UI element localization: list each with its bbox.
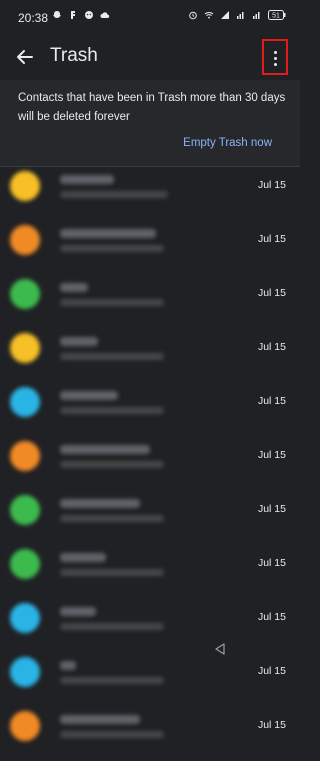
contact-detail-blurred bbox=[60, 677, 164, 684]
contact-row[interactable]: Jul 15 bbox=[0, 329, 300, 383]
contact-name-blurred bbox=[60, 445, 150, 454]
nav-back-icon[interactable] bbox=[214, 643, 226, 655]
contact-name-blurred bbox=[60, 661, 76, 670]
avatar bbox=[10, 225, 40, 255]
contact-detail-blurred bbox=[60, 461, 164, 468]
more-vert-icon-dot bbox=[274, 57, 277, 60]
status-time: 20:38 bbox=[18, 11, 49, 25]
avatar bbox=[10, 441, 40, 471]
avatar bbox=[10, 387, 40, 417]
deleted-date: Jul 15 bbox=[257, 287, 286, 299]
contact-detail-blurred bbox=[60, 407, 164, 414]
trash-notice-text: Contacts that have been in Trash more th… bbox=[18, 92, 286, 123]
contact-row[interactable]: Jul 15 bbox=[0, 545, 300, 599]
avatar bbox=[10, 279, 40, 309]
contact-name-blurred bbox=[60, 229, 156, 238]
deleted-date: Jul 15 bbox=[257, 719, 286, 731]
status-left-icons bbox=[52, 10, 110, 20]
contact-detail-blurred bbox=[60, 623, 164, 630]
deleted-date: Jul 15 bbox=[257, 611, 286, 623]
deleted-date: Jul 15 bbox=[257, 449, 286, 461]
contact-row[interactable]: Jul 15 bbox=[0, 437, 300, 491]
avatar bbox=[10, 711, 40, 741]
trash-notice: Contacts that have been in Trash more th… bbox=[0, 80, 300, 166]
cloud-icon bbox=[100, 12, 110, 18]
signal-icon bbox=[237, 12, 244, 19]
contact-row[interactable]: Jul 15 bbox=[0, 653, 300, 707]
deleted-date: Jul 15 bbox=[257, 503, 286, 515]
more-options-button[interactable] bbox=[262, 39, 288, 75]
avatar bbox=[10, 549, 40, 579]
avatar bbox=[10, 603, 40, 633]
app-bar: Trash bbox=[0, 34, 300, 80]
contact-name-blurred bbox=[60, 553, 106, 562]
avatar bbox=[10, 657, 40, 687]
wifi-icon bbox=[204, 12, 214, 19]
contact-row[interactable]: Jul 15 bbox=[0, 599, 300, 653]
volte-icon bbox=[221, 11, 229, 19]
alarm-icon bbox=[189, 11, 197, 20]
avatar bbox=[10, 495, 40, 525]
wechat-icon bbox=[85, 11, 93, 19]
contact-row[interactable]: Jul 15 bbox=[0, 221, 300, 275]
contact-name-blurred bbox=[60, 607, 96, 616]
more-vert-icon-dot bbox=[274, 63, 277, 66]
empty-trash-button[interactable]: Empty Trash now bbox=[183, 137, 272, 149]
contact-name-blurred bbox=[60, 391, 118, 400]
contact-detail-blurred bbox=[60, 515, 164, 522]
snapchat-icon bbox=[53, 11, 61, 18]
contact-row[interactable]: Jul 15 bbox=[0, 167, 300, 221]
back-arrow-icon[interactable] bbox=[12, 44, 38, 70]
contact-name-blurred bbox=[60, 499, 140, 508]
contact-row[interactable]: Jul 15 bbox=[0, 491, 300, 545]
contact-name-blurred bbox=[60, 283, 88, 292]
battery-level: 51 bbox=[272, 13, 280, 20]
signal-icon-2 bbox=[253, 12, 260, 19]
status-right-icons: 51 bbox=[188, 10, 286, 20]
contact-detail-blurred bbox=[60, 731, 164, 738]
contact-row[interactable]: Jul 15 bbox=[0, 275, 300, 329]
deleted-date: Jul 15 bbox=[257, 395, 286, 407]
deleted-date: Jul 15 bbox=[257, 179, 286, 191]
contact-detail-blurred bbox=[60, 245, 164, 252]
hike-icon bbox=[71, 11, 75, 19]
deleted-date: Jul 15 bbox=[257, 233, 286, 245]
status-bar: 20:38 51 bbox=[0, 0, 300, 34]
more-vert-icon bbox=[274, 51, 277, 54]
battery-icon: 51 bbox=[268, 10, 286, 20]
contact-name-blurred bbox=[60, 715, 140, 724]
avatar bbox=[10, 171, 40, 201]
contact-detail-blurred bbox=[60, 353, 164, 360]
contact-detail-blurred bbox=[60, 299, 164, 306]
contact-name-blurred bbox=[60, 337, 98, 346]
contact-detail-blurred bbox=[60, 569, 164, 576]
contact-name-blurred bbox=[60, 175, 114, 184]
trash-contact-list[interactable]: Jul 15 Jul 15 Jul 15 Jul 15 Jul 15 Jul 1… bbox=[0, 167, 300, 761]
deleted-date: Jul 15 bbox=[257, 341, 286, 353]
avatar bbox=[10, 333, 40, 363]
contact-row[interactable]: Jul 15 bbox=[0, 383, 300, 437]
deleted-date: Jul 15 bbox=[257, 557, 286, 569]
contact-detail-blurred bbox=[60, 191, 168, 198]
contact-row[interactable]: Jul 15 bbox=[0, 707, 300, 761]
page-title: Trash bbox=[50, 45, 98, 66]
